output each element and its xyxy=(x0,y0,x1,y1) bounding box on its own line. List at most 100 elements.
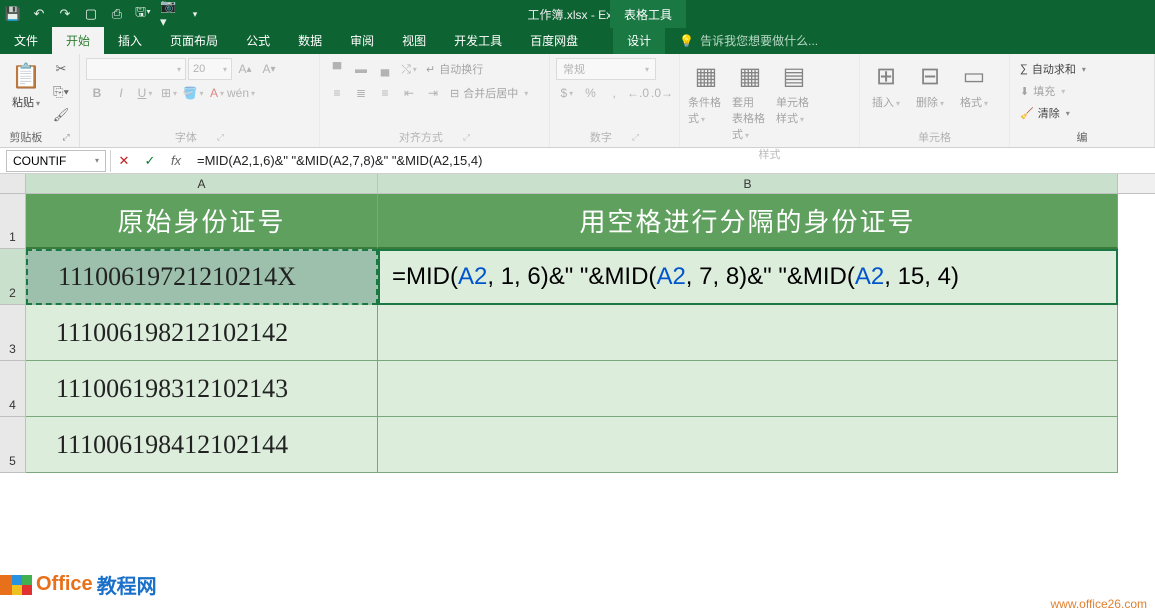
alignment-launcher-icon[interactable]: ⤢ xyxy=(463,132,470,143)
col-header-a[interactable]: A xyxy=(26,174,378,193)
fx-button[interactable]: fx xyxy=(163,150,189,172)
title-bar: 💾 ↶ ↷ ▢ ⎙ 🖫▾ 📷▾ ▾ 工作簿.xlsx - Excel 表格工具 xyxy=(0,0,1155,28)
accounting-icon[interactable]: $▾ xyxy=(556,82,578,104)
font-launcher-icon[interactable]: ⤢ xyxy=(217,132,224,143)
insert-cells-button[interactable]: ⊞ 插入▾ xyxy=(866,58,906,112)
fill-color-icon[interactable]: 🪣▾ xyxy=(182,82,204,104)
qat-more-icon[interactable]: ▾ xyxy=(186,5,204,23)
font-color-icon[interactable]: A▾ xyxy=(206,82,228,104)
cell-b3[interactable] xyxy=(378,305,1118,361)
tab-page-layout[interactable]: 页面布局 xyxy=(156,27,232,54)
header-cell-b[interactable]: 用空格进行分隔的身份证号 xyxy=(378,194,1118,249)
tab-formulas[interactable]: 公式 xyxy=(232,27,284,54)
row-header-2[interactable]: 2 xyxy=(0,249,26,305)
delete-cells-button[interactable]: ⊟ 删除▾ xyxy=(910,58,950,112)
cell-a4[interactable]: 111006198312102143 xyxy=(26,361,378,417)
tab-home[interactable]: 开始 xyxy=(52,27,104,54)
align-middle-icon[interactable]: ▬ xyxy=(350,58,372,80)
align-right-icon[interactable]: ≡ xyxy=(374,82,396,104)
conditional-formatting-button[interactable]: ▦ 条件格式▾ xyxy=(686,58,726,128)
paste-button[interactable]: 📋 粘贴▾ xyxy=(6,58,46,112)
tell-me-field[interactable]: 💡 告诉我您想要做什么... xyxy=(665,27,832,54)
format-cells-button[interactable]: ▭ 格式▾ xyxy=(954,58,994,112)
bold-icon[interactable]: B xyxy=(86,82,108,104)
align-center-icon[interactable]: ≣ xyxy=(350,82,372,104)
print-icon[interactable]: ⎙ xyxy=(108,5,126,23)
undo-icon[interactable]: ↶ xyxy=(30,5,48,23)
row-header-3[interactable]: 3 xyxy=(0,305,26,361)
border-icon[interactable]: ⊞▾ xyxy=(158,82,180,104)
comma-icon[interactable]: , xyxy=(603,82,625,104)
number-launcher-icon[interactable]: ⤢ xyxy=(632,132,639,143)
watermark-brand1: Office xyxy=(36,573,93,596)
row-header-1[interactable]: 1 xyxy=(0,194,26,249)
select-all-corner[interactable] xyxy=(0,174,26,193)
cancel-formula-button[interactable]: ✕ xyxy=(111,150,137,172)
copy-icon[interactable]: ⎘▾ xyxy=(50,81,72,103)
name-box[interactable]: COUNTIF▾ xyxy=(6,150,106,172)
col-header-b[interactable]: B xyxy=(378,174,1118,193)
align-bottom-icon[interactable]: ▄ xyxy=(374,58,396,80)
tab-insert[interactable]: 插入 xyxy=(104,27,156,54)
new-icon[interactable]: ▢ xyxy=(82,5,100,23)
decrease-font-icon[interactable]: A▾ xyxy=(258,58,280,80)
formula-ref: A2 xyxy=(656,263,685,291)
cell-b2-editing[interactable]: =MID(A2, 1, 6)&" "&MID(A2, 7, 8)&" "&MID… xyxy=(378,249,1118,305)
percent-icon[interactable]: % xyxy=(580,82,602,104)
watermark-url: www.office26.com xyxy=(1051,597,1148,611)
wrap-text-button[interactable]: ↵自动换行 xyxy=(422,58,487,80)
group-cells: ⊞ 插入▾ ⊟ 删除▾ ▭ 格式▾ 单元格 xyxy=(860,54,1010,147)
cell-b4[interactable] xyxy=(378,361,1118,417)
sheet-area: A B 1 原始身份证号 用空格进行分隔的身份证号 2 111006197212… xyxy=(0,174,1155,576)
decrease-indent-icon[interactable]: ⇤ xyxy=(398,82,420,104)
tell-me-placeholder: 告诉我您想要做什么... xyxy=(700,32,818,49)
fill-button[interactable]: ⬇填充▾ xyxy=(1016,80,1148,102)
cell-a5[interactable]: 111006198412102144 xyxy=(26,417,378,473)
group-editing: ∑自动求和▾ ⬇填充▾ 🧹清除▾ 编 xyxy=(1010,54,1155,147)
accept-formula-button[interactable]: ✓ xyxy=(137,150,163,172)
format-painter-icon[interactable]: 🖌 xyxy=(50,104,72,126)
font-name-combo[interactable]: ▾ xyxy=(86,58,186,80)
align-top-icon[interactable]: ▀ xyxy=(326,58,348,80)
tab-design[interactable]: 设计 xyxy=(613,27,665,54)
merge-center-button[interactable]: ⊟合并后居中▾ xyxy=(446,82,532,104)
font-label: 字体 xyxy=(175,129,197,145)
italic-icon[interactable]: I xyxy=(110,82,132,104)
format-as-table-button[interactable]: ▦ 套用 表格格式▾ xyxy=(730,58,770,144)
formula-text: =MID( xyxy=(392,263,458,291)
orientation-icon[interactable]: ⤭▾ xyxy=(398,58,420,80)
tab-review[interactable]: 审阅 xyxy=(336,27,388,54)
tab-file[interactable]: 文件 xyxy=(0,27,52,54)
cell-b5[interactable] xyxy=(378,417,1118,473)
row-header-5[interactable]: 5 xyxy=(0,417,26,473)
tab-developer[interactable]: 开发工具 xyxy=(440,27,516,54)
group-clipboard: 📋 粘贴▾ ✂ ⎘▾ 🖌 剪贴板⤢ xyxy=(0,54,80,147)
cell-a3[interactable]: 111006198212102142 xyxy=(26,305,378,361)
clipboard-launcher-icon[interactable]: ⤢ xyxy=(62,132,69,143)
align-left-icon[interactable]: ≡ xyxy=(326,82,348,104)
tab-data[interactable]: 数据 xyxy=(284,27,336,54)
tab-baidu[interactable]: 百度网盘 xyxy=(516,27,592,54)
underline-icon[interactable]: U▾ xyxy=(134,82,156,104)
redo-icon[interactable]: ↷ xyxy=(56,5,74,23)
save-icon[interactable]: 💾 xyxy=(4,5,22,23)
camera-icon[interactable]: 📷▾ xyxy=(160,5,178,23)
clear-button[interactable]: 🧹清除▾ xyxy=(1016,102,1148,124)
cut-icon[interactable]: ✂ xyxy=(50,58,72,80)
increase-font-icon[interactable]: A▴ xyxy=(234,58,256,80)
row-header-4[interactable]: 4 xyxy=(0,361,26,417)
font-size-combo[interactable]: 20▾ xyxy=(188,58,232,80)
phonetic-icon[interactable]: wén▾ xyxy=(230,82,252,104)
number-label: 数字 xyxy=(590,129,612,145)
cell-styles-button[interactable]: ▤ 单元格样式▾ xyxy=(774,58,814,128)
header-cell-a[interactable]: 原始身份证号 xyxy=(26,194,378,249)
cell-a2[interactable]: 11100619721210214X xyxy=(26,249,378,305)
tab-view[interactable]: 视图 xyxy=(388,27,440,54)
formula-input[interactable]: =MID(A2,1,6)&" "&MID(A2,7,8)&" "&MID(A2,… xyxy=(189,153,1155,168)
save-as-icon[interactable]: 🖫▾ xyxy=(134,5,152,23)
increase-decimal-icon[interactable]: ←.0 xyxy=(627,82,649,104)
autosum-button[interactable]: ∑自动求和▾ xyxy=(1016,58,1148,80)
decrease-decimal-icon[interactable]: .0→ xyxy=(651,82,673,104)
increase-indent-icon[interactable]: ⇥ xyxy=(422,82,444,104)
number-format-combo[interactable]: 常规▾ xyxy=(556,58,656,80)
